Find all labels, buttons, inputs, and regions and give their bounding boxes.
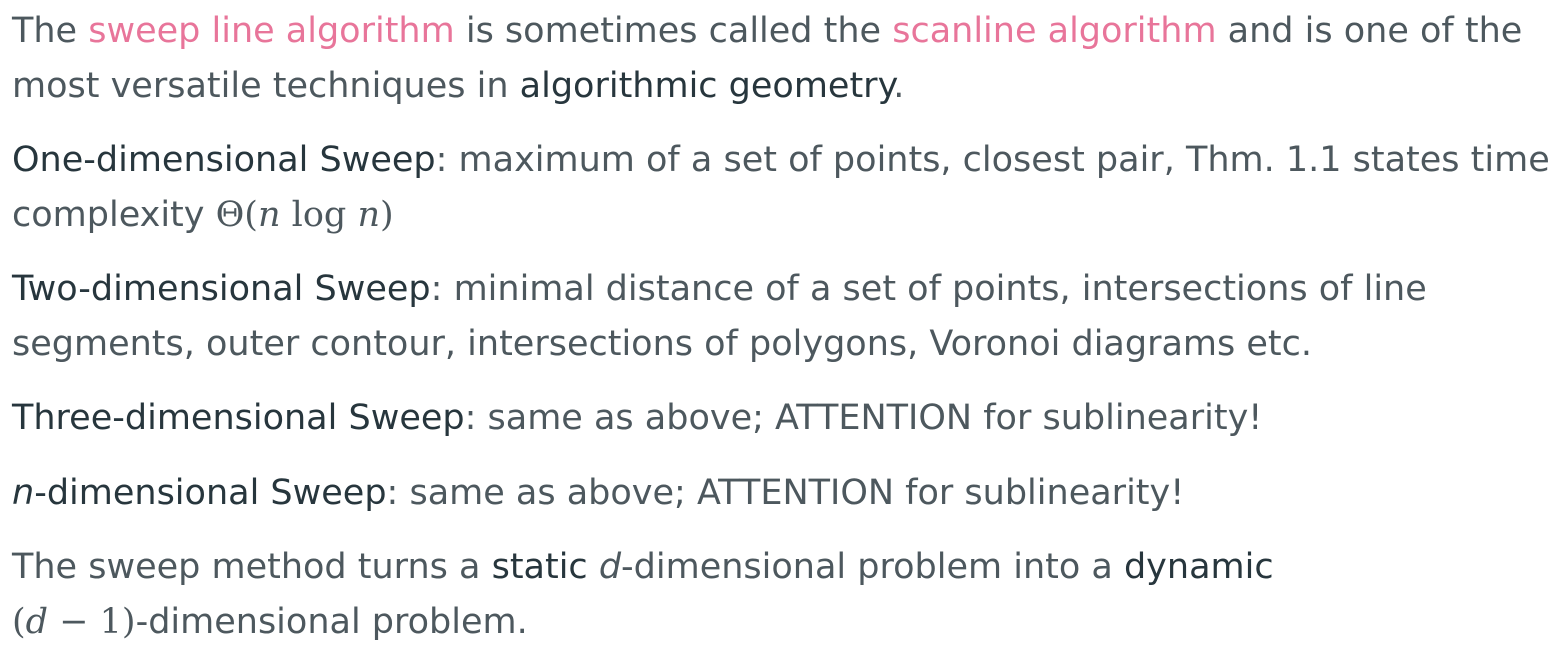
- two-dim-line-1: Two-dimensional Sweep: minimal distance …: [12, 262, 1427, 317]
- summary-line-1: The sweep method turns a static d-dimens…: [12, 540, 1274, 595]
- one-dim-line-2: complexity Θ(n log n): [12, 188, 1550, 243]
- term-colon: :: [386, 473, 399, 513]
- summary-text: The sweep method turns a: [12, 547, 492, 587]
- term-colon: :: [435, 140, 448, 180]
- intro-text: The: [12, 11, 89, 51]
- intro-text: is sometimes called the: [454, 11, 893, 51]
- algorithmic-geometry-emphasis: algorithmic geometry: [519, 66, 894, 106]
- one-dimensional-sweep-item: One-dimensional Sweep: maximum of a set …: [12, 133, 1550, 243]
- math-close-paren: ): [379, 195, 394, 235]
- two-dim-description: segments, outer contour, intersections o…: [12, 324, 1313, 364]
- sweep-line-algorithm-link[interactable]: sweep line algorithm: [88, 11, 454, 51]
- scanline-algorithm-link[interactable]: scanline algorithm: [892, 11, 1216, 51]
- one-dimensional-sweep-term: One-dimensional Sweep: [12, 140, 436, 180]
- n-dim-line: n-dimensional Sweep: same as above; ATTE…: [12, 466, 1184, 521]
- n-dimensional-sweep-term: -dimensional Sweep: [34, 473, 387, 513]
- math-var-n: n: [357, 195, 380, 235]
- summary-paragraph: The sweep method turns a static d-dimens…: [12, 540, 1274, 650]
- two-dim-line-2: segments, outer contour, intersections o…: [12, 317, 1427, 372]
- summary-text: [588, 547, 599, 587]
- n-variable: n: [12, 473, 35, 513]
- math-minus-one: − 1): [48, 602, 136, 642]
- summary-text: -dimensional problem.: [135, 602, 528, 642]
- three-dim-description: same as above; ATTENTION for sublinearit…: [476, 398, 1263, 438]
- one-dim-description: maximum of a set of points, closest pair…: [447, 140, 1550, 180]
- term-colon: :: [430, 269, 443, 309]
- summary-line-2: (d − 1)-dimensional problem.: [12, 595, 1274, 650]
- math-var-d: d: [25, 602, 49, 642]
- intro-text: .: [893, 66, 905, 106]
- n-dimensional-sweep-item: n-dimensional Sweep: same as above; ATTE…: [12, 466, 1184, 521]
- static-emphasis: static: [491, 547, 588, 587]
- intro-line-2: most versatile techniques in algorithmic…: [12, 59, 1522, 114]
- one-dim-description: complexity: [12, 195, 216, 235]
- three-dimensional-sweep-item: Three-dimensional Sweep: same as above; …: [12, 391, 1262, 446]
- intro-paragraph: The sweep line algorithm is sometimes ca…: [12, 4, 1522, 114]
- math-log: log: [280, 195, 358, 235]
- three-dim-line: Three-dimensional Sweep: same as above; …: [12, 391, 1262, 446]
- summary-text: -dimensional problem into a: [621, 547, 1124, 587]
- two-dimensional-sweep-term: Two-dimensional Sweep: [12, 269, 431, 309]
- intro-text: and is one of the: [1216, 11, 1523, 51]
- math-open-paren: (: [12, 602, 26, 642]
- math-theta: Θ(: [215, 195, 258, 235]
- two-dim-description: minimal distance of a set of points, int…: [442, 269, 1427, 309]
- two-dimensional-sweep-item: Two-dimensional Sweep: minimal distance …: [12, 262, 1427, 372]
- n-dim-description: same as above; ATTENTION for sublinearit…: [398, 473, 1185, 513]
- intro-line-1: The sweep line algorithm is sometimes ca…: [12, 4, 1522, 59]
- three-dimensional-sweep-term: Three-dimensional Sweep: [12, 398, 465, 438]
- math-var-n: n: [257, 195, 281, 235]
- term-colon: :: [464, 398, 477, 438]
- d-variable: d: [598, 547, 622, 587]
- one-dim-line-1: One-dimensional Sweep: maximum of a set …: [12, 133, 1550, 188]
- intro-text: most versatile techniques in: [12, 66, 520, 106]
- dynamic-emphasis: dynamic: [1123, 547, 1274, 587]
